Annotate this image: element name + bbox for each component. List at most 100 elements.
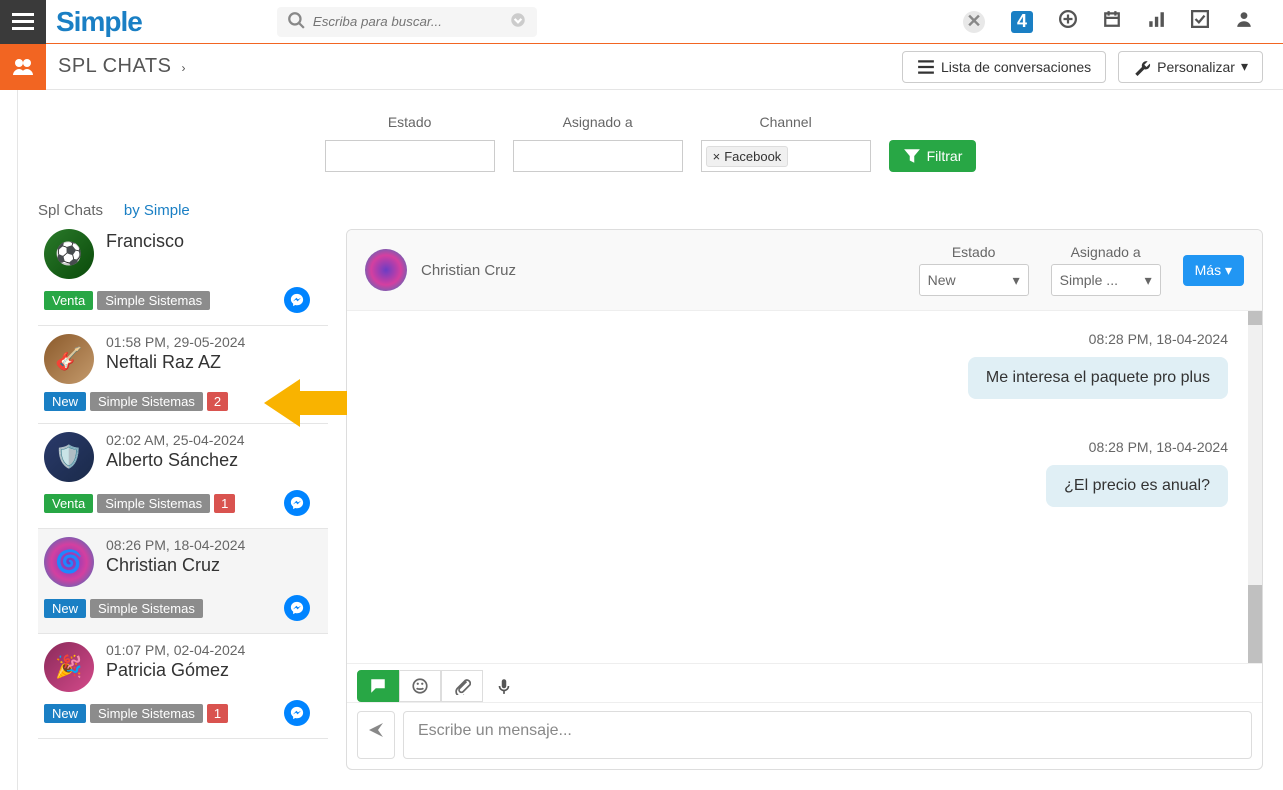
messenger-icon xyxy=(284,595,310,621)
filter-estado: Estado xyxy=(325,110,495,172)
chat-item-time: 01:07 PM, 02-04-2024 xyxy=(106,642,245,658)
compose-input[interactable]: Escribe un mensaje... xyxy=(403,711,1252,759)
user-icon[interactable] xyxy=(1235,10,1253,33)
search-input[interactable] xyxy=(313,14,509,29)
chart-icon[interactable] xyxy=(1147,10,1165,33)
conversation-list-button[interactable]: Lista de conversaciones xyxy=(902,51,1106,83)
filter-channel: Channel × Facebook xyxy=(701,110,871,172)
caret-down-icon: ▾ xyxy=(1241,58,1248,75)
content: Estado Asignado a Channel × Facebook x xyxy=(0,90,1283,790)
checklist-icon[interactable] xyxy=(1191,10,1209,33)
filter-asignado-label: Asignado a xyxy=(563,110,633,134)
x-icon[interactable]: ✕ xyxy=(963,11,985,33)
sub-header: SPL CHATS › Lista de conversaciones Pers… xyxy=(0,44,1283,90)
mic-icon xyxy=(495,677,513,695)
logo[interactable]: Simple xyxy=(56,6,142,38)
compose-row: Escribe un mensaje... xyxy=(347,703,1262,769)
messenger-icon xyxy=(284,700,310,726)
customize-label: Personalizar xyxy=(1157,59,1235,75)
arrow-head xyxy=(264,379,300,427)
filter-estado-input[interactable] xyxy=(325,140,495,172)
chat-item-time: 08:26 PM, 18-04-2024 xyxy=(106,537,245,553)
status-tag: Venta xyxy=(44,291,93,310)
message-bubble: Me interesa el paquete pro plus xyxy=(968,357,1228,399)
more-button[interactable]: Más ▾ xyxy=(1183,255,1244,286)
messenger-icon xyxy=(284,287,310,313)
composer-tab-message[interactable] xyxy=(357,670,399,702)
filter-button[interactable]: Filtrar xyxy=(889,140,977,172)
detail-estado-select[interactable]: New ▾ xyxy=(919,264,1029,296)
logo-text: Simple xyxy=(56,6,142,37)
users-icon xyxy=(11,55,35,79)
split-area: ⚽FranciscoVentaSimple Sistemas🎸01:58 PM,… xyxy=(18,229,1283,790)
speech-bubble-icon xyxy=(369,677,387,695)
chat-item-name: Patricia Gómez xyxy=(106,660,245,681)
breadcrumb-by-link[interactable]: by Simple xyxy=(124,202,190,219)
composer: Escribe un mensaje... xyxy=(347,663,1262,769)
compose-placeholder: Escribe un mensaje... xyxy=(418,722,572,739)
detail-asignado-value: Simple ... xyxy=(1060,272,1118,288)
avatar: 🛡️ xyxy=(44,432,94,482)
chat-list-item[interactable]: ⚽FranciscoVentaSimple Sistemas xyxy=(38,229,328,326)
global-search[interactable] xyxy=(277,7,537,37)
calendar-icon[interactable] xyxy=(1103,10,1121,33)
messages-pane: 08:28 PM, 18-04-2024 Me interesa el paque… xyxy=(347,311,1262,663)
customize-button[interactable]: Personalizar ▾ xyxy=(1118,51,1263,83)
chat-detail: Christian Cruz Estado New ▾ Asignado a xyxy=(346,229,1263,770)
x-circle-icon: ✕ xyxy=(963,11,985,33)
page-title: SPL CHATS › xyxy=(58,55,186,78)
chat-item-name: Christian Cruz xyxy=(106,555,245,576)
detail-asignado-select[interactable]: Simple ... ▾ xyxy=(1051,264,1161,296)
message-time: 08:28 PM, 18-04-2024 xyxy=(1089,331,1228,347)
send-icon xyxy=(368,722,384,738)
messenger-icon xyxy=(284,490,310,516)
filter-estado-label: Estado xyxy=(388,110,432,134)
module-icon-tab[interactable] xyxy=(0,44,46,90)
messages-scroll-thumb-top[interactable] xyxy=(1248,311,1262,325)
team-tag: Simple Sistemas xyxy=(97,291,210,310)
chat-list-item[interactable]: 🎉01:07 PM, 02-04-2024Patricia GómezNewSi… xyxy=(38,634,328,739)
tag-remove-icon[interactable]: × xyxy=(713,149,721,164)
filter-button-label: Filtrar xyxy=(927,148,963,164)
funnel-icon xyxy=(903,147,921,165)
avatar: 🌀 xyxy=(44,537,94,587)
status-tag: New xyxy=(44,392,86,411)
breadcrumb: Spl Chats by Simple xyxy=(18,182,1283,229)
top-bar: Simple ✕ 4 xyxy=(0,0,1283,44)
composer-tab-mic[interactable] xyxy=(483,670,525,702)
chat-list-item[interactable]: 🌀08:26 PM, 18-04-2024Christian CruzNewSi… xyxy=(38,529,328,634)
more-button-label: Más xyxy=(1195,262,1221,278)
filter-button-wrap: x Filtrar xyxy=(889,110,977,172)
detail-asignado-label: Asignado a xyxy=(1071,244,1141,260)
top-icons: ✕ 4 xyxy=(963,10,1283,33)
send-button[interactable] xyxy=(357,711,395,759)
team-tag: Simple Sistemas xyxy=(90,599,203,618)
composer-tab-attach[interactable] xyxy=(441,670,483,702)
messages-scroll-thumb-bottom[interactable] xyxy=(1248,585,1262,663)
plus-icon[interactable] xyxy=(1059,10,1077,33)
message-time: 08:28 PM, 18-04-2024 xyxy=(1089,439,1228,455)
list-icon xyxy=(917,58,935,76)
caret-down-icon: ▾ xyxy=(1145,272,1152,289)
filter-channel-label: Channel xyxy=(760,110,812,134)
chat-list-item[interactable]: 🛡️02:02 AM, 25-04-2024Alberto SánchezVen… xyxy=(38,424,328,529)
filter-channel-select[interactable]: × Facebook xyxy=(701,140,871,172)
four-box-icon[interactable]: 4 xyxy=(1011,11,1033,33)
hamburger-menu[interactable] xyxy=(0,0,46,44)
avatar: 🎉 xyxy=(44,642,94,692)
caret-down-icon: ▾ xyxy=(1225,262,1232,278)
chat-list-panel: ⚽FranciscoVentaSimple Sistemas🎸01:58 PM,… xyxy=(38,229,328,770)
composer-tabs xyxy=(347,664,1262,703)
detail-estado-col: Estado New ▾ xyxy=(919,244,1029,296)
chat-list: ⚽FranciscoVentaSimple Sistemas🎸01:58 PM,… xyxy=(38,229,328,770)
filter-asignado-input[interactable] xyxy=(513,140,683,172)
number-badge: 4 xyxy=(1011,11,1033,33)
message-bubble: ¿El precio es anual? xyxy=(1046,465,1228,507)
composer-tab-emoji[interactable] xyxy=(399,670,441,702)
main-area: Estado Asignado a Channel × Facebook x xyxy=(18,90,1283,790)
filter-asignado: Asignado a xyxy=(513,110,683,172)
filter-channel-tag[interactable]: × Facebook xyxy=(706,146,789,167)
wrench-icon xyxy=(1133,58,1151,76)
chevron-down-icon xyxy=(509,11,527,32)
team-tag: Simple Sistemas xyxy=(90,392,203,411)
